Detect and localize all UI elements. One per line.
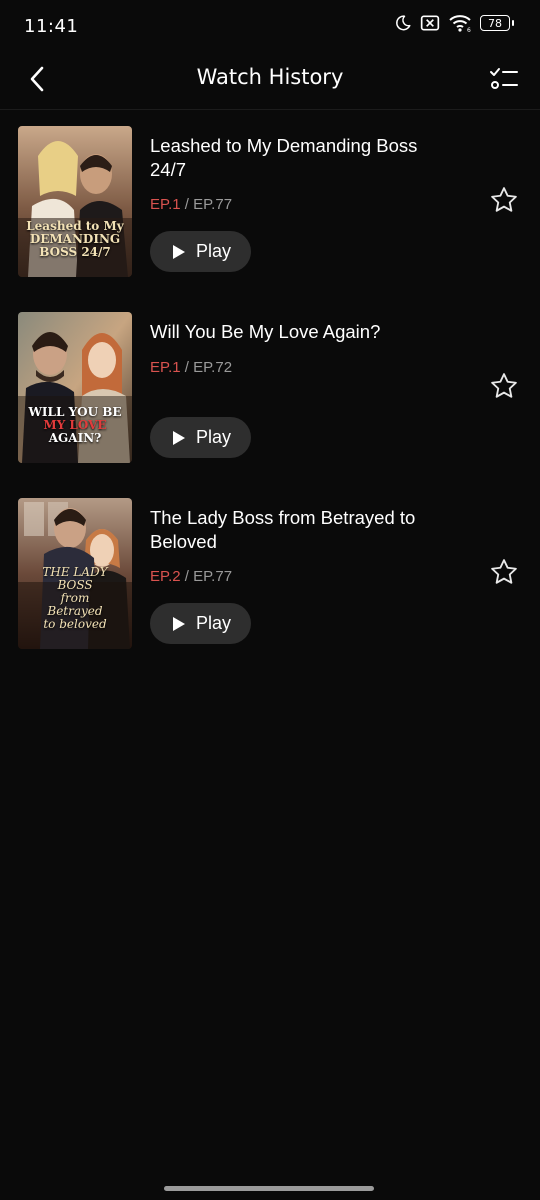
sim-off-icon [420,14,440,32]
list-item[interactable]: Leashed to My DEMANDING BOSS 24/7 Leashed … [0,110,540,296]
play-icon [173,430,185,445]
cover-image[interactable]: WILL YOU BE MY LOVE AGAIN? [18,312,132,463]
total-episodes: EP.72 [193,359,233,376]
checklist-icon [489,66,519,96]
battery-level: 78 [488,16,502,30]
cover-image[interactable]: Leashed to My DEMANDING BOSS 24/7 [18,126,132,277]
play-button[interactable]: Play [150,231,251,272]
current-episode: EP.1 [150,359,181,376]
list-item[interactable]: WILL YOU BE MY LOVE AGAIN? Will You Be My … [0,296,540,482]
play-icon [173,616,185,631]
episode-separator: / [184,568,189,585]
page-title: Watch History [196,65,344,89]
status-bar: 11:41 6 78 [0,0,540,54]
list-item[interactable]: THE LADY BOSS from Betrayed to beloved The … [0,482,540,668]
drama-title[interactable]: The Lady Boss from Betrayed to Beloved [150,506,450,554]
episode-progress: EP.1 / EP.72 [150,359,232,376]
status-icons: 6 78 [394,14,514,32]
moon-icon [394,14,412,32]
edit-list-button[interactable] [488,65,520,97]
star-icon [489,557,519,591]
cover-image[interactable]: THE LADY BOSS from Betrayed to beloved [18,498,132,649]
drama-title[interactable]: Leashed to My Demanding Boss 24/7 [150,134,450,182]
favorite-button[interactable] [488,558,520,590]
battery-icon: 78 [480,15,514,31]
play-icon [173,244,185,259]
cover-artwork-title: THE LADY BOSS from Betrayed to beloved [42,565,108,631]
cover-artwork-title: WILL YOU BE MY LOVE AGAIN? [28,405,122,445]
watch-history-list: Leashed to My DEMANDING BOSS 24/7 Leashed … [0,110,540,668]
current-episode: EP.2 [150,568,181,585]
episode-progress: EP.2 / EP.77 [150,568,232,585]
svg-text:6: 6 [467,27,471,32]
home-indicator[interactable] [164,1186,374,1191]
drama-title[interactable]: Will You Be My Love Again? [150,320,450,344]
status-time: 11:41 [24,16,79,37]
episode-separator: / [184,196,189,213]
cover-artwork-title: Leashed to My DEMANDING BOSS 24/7 [26,219,124,259]
total-episodes: EP.77 [193,568,233,585]
star-icon [489,371,519,405]
play-label: Play [196,241,232,261]
episode-progress: EP.1 / EP.77 [150,196,232,213]
play-label: Play [196,613,232,633]
play-button[interactable]: Play [150,417,251,458]
current-episode: EP.1 [150,196,181,213]
app-header: Watch History [0,54,540,110]
play-label: Play [196,427,232,447]
favorite-button[interactable] [488,186,520,218]
play-button[interactable]: Play [150,603,251,644]
star-icon [489,185,519,219]
wifi-icon: 6 [448,14,472,32]
favorite-button[interactable] [488,372,520,404]
episode-separator: / [184,359,189,376]
total-episodes: EP.77 [193,196,233,213]
